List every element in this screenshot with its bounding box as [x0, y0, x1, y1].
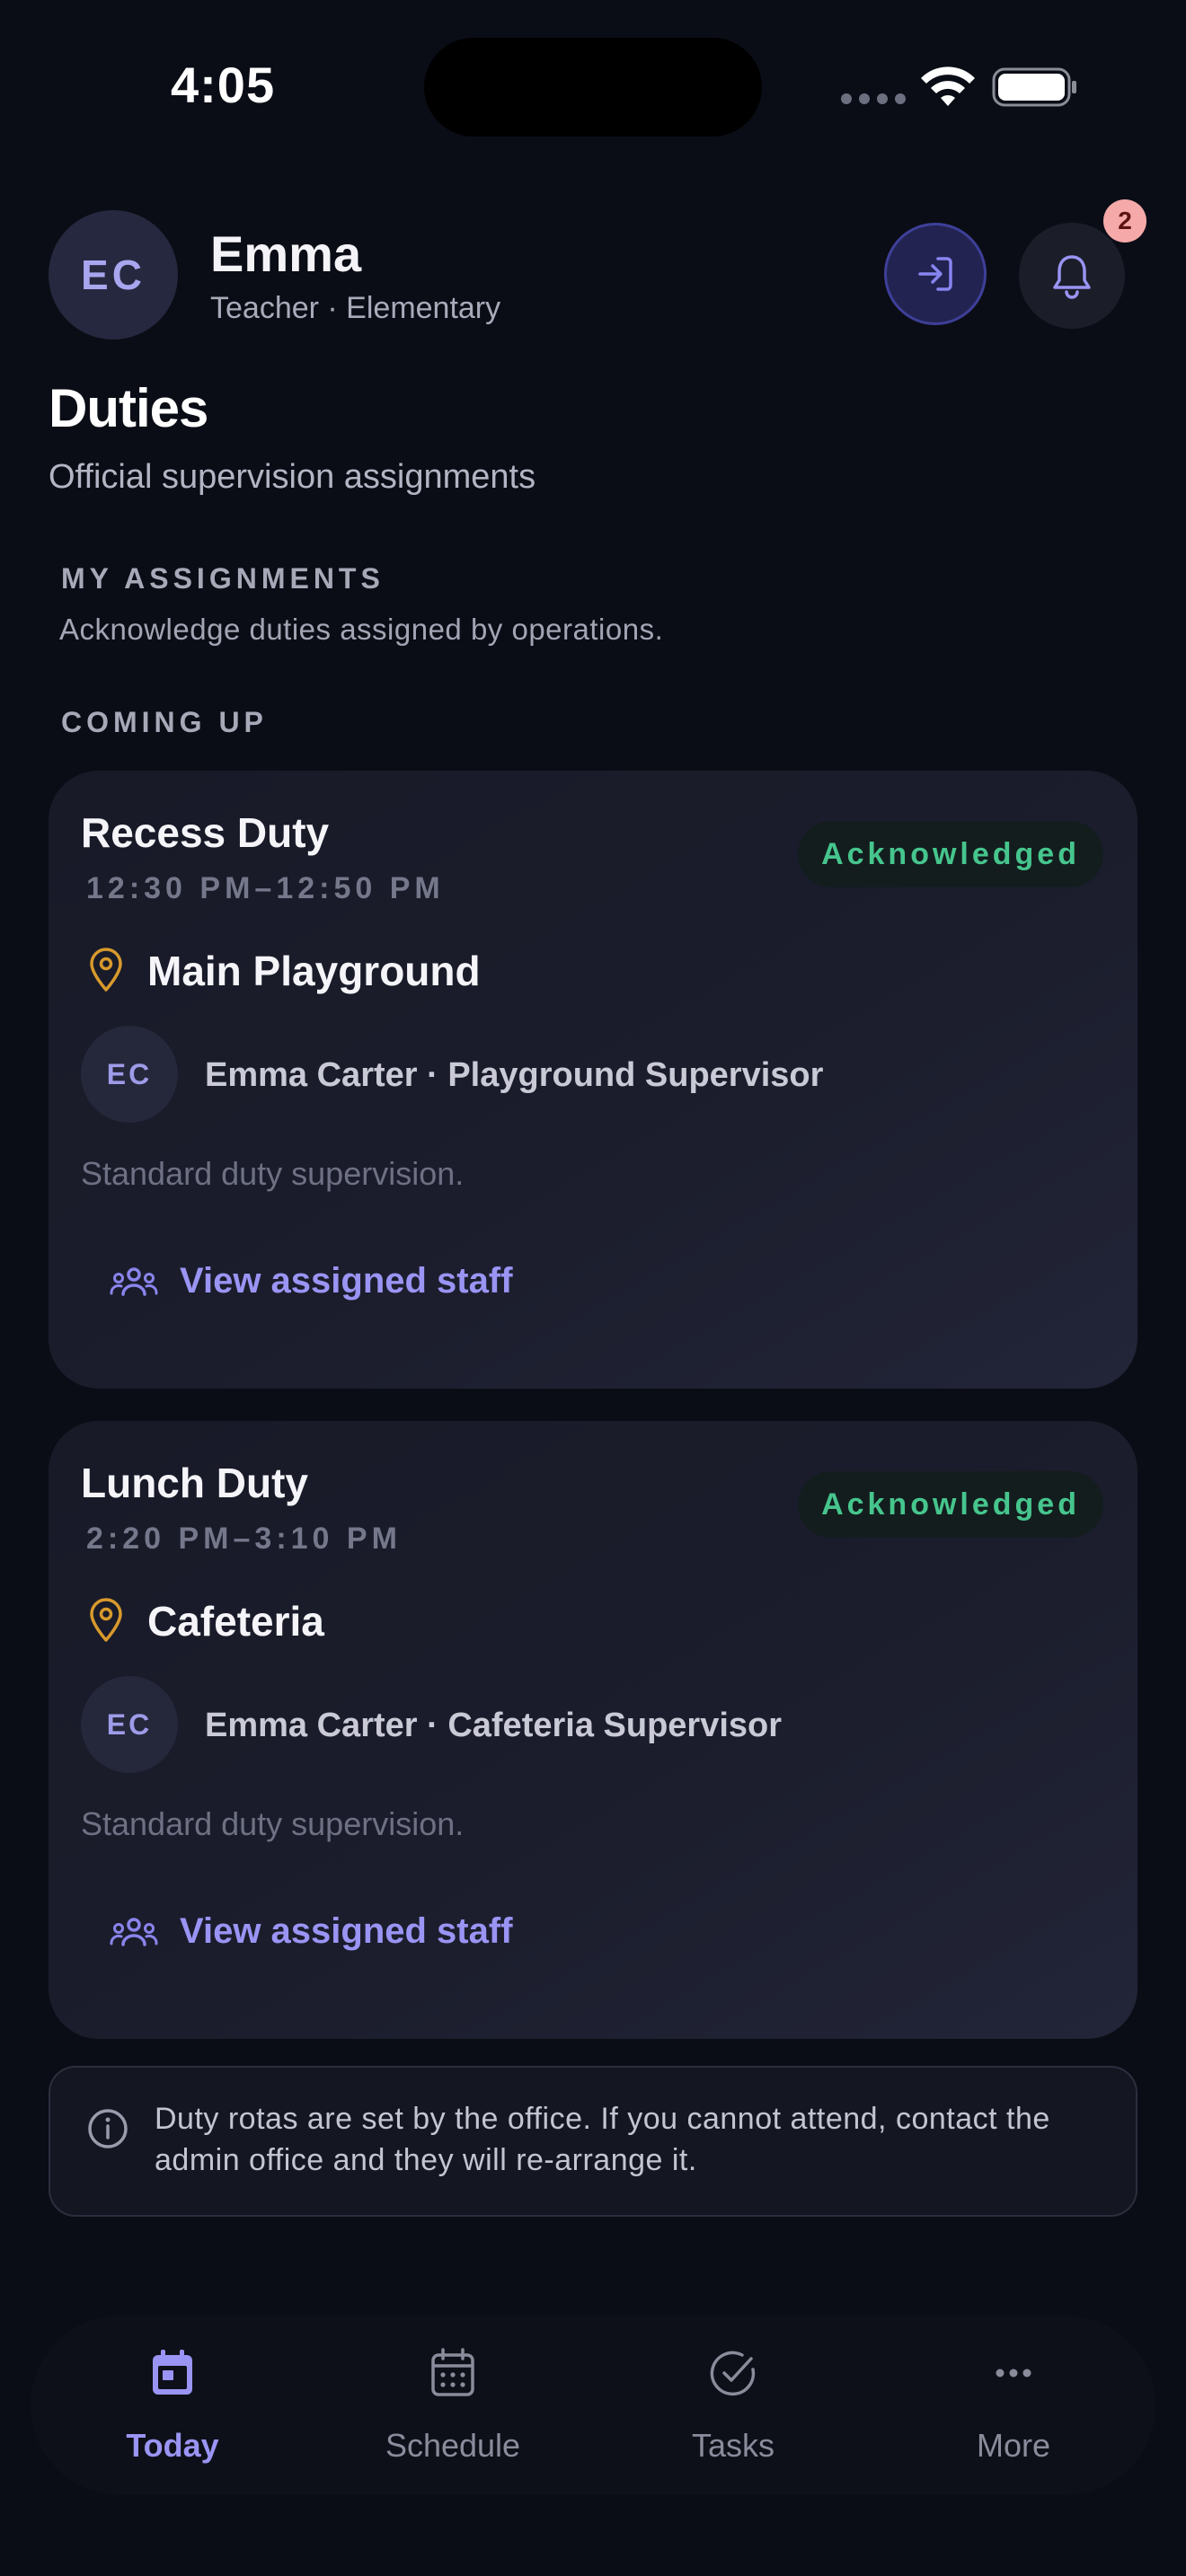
- view-assigned-staff-button[interactable]: View assigned staff: [110, 1261, 513, 1301]
- subsection-label: COMING UP: [61, 706, 268, 738]
- status-badge: Acknowledged: [798, 1471, 1103, 1538]
- duty-card[interactable]: Recess Duty 12:30 PM–12:50 PM Acknowledg…: [49, 771, 1137, 1389]
- view-assigned-staff-button[interactable]: View assigned staff: [110, 1911, 513, 1952]
- location-pin-icon: [90, 948, 122, 992]
- page-subtitle: Official supervision assignments: [49, 458, 536, 496]
- status-badge: Acknowledged: [798, 821, 1103, 887]
- nav-item-more[interactable]: More: [897, 2316, 1130, 2495]
- user-role: Teacher · Elementary: [210, 291, 501, 325]
- assigned-staff: Emma Carter · Cafeteria Supervisor: [205, 1707, 783, 1744]
- people-icon: [110, 1917, 158, 1946]
- calendar-grid-icon: [431, 2348, 474, 2396]
- staff-avatar: EC: [81, 1026, 178, 1123]
- nav-item-tasks[interactable]: Tasks: [616, 2316, 850, 2495]
- nav-label: Schedule: [385, 2427, 521, 2464]
- dynamic-island: [424, 38, 762, 137]
- user-avatar[interactable]: EC: [49, 210, 178, 340]
- more-dots-icon: [996, 2369, 1031, 2378]
- duty-note: Standard duty supervision.: [81, 1155, 465, 1192]
- info-notice: Duty rotas are set by the office. If you…: [49, 2066, 1137, 2217]
- calendar-day-icon: [153, 2350, 192, 2395]
- view-staff-label: View assigned staff: [180, 1911, 513, 1951]
- sign-in-button[interactable]: [884, 223, 987, 325]
- page-title: Duties: [49, 378, 208, 438]
- duty-card[interactable]: Lunch Duty 2:20 PM–3:10 PM Acknowledged …: [49, 1421, 1137, 2039]
- user-name: Emma: [210, 225, 362, 282]
- duty-location: Main Playground: [147, 948, 481, 994]
- nav-item-today[interactable]: Today: [56, 2316, 289, 2495]
- status-bar: 4:05: [0, 0, 1186, 171]
- wifi-icon: [921, 66, 975, 106]
- section-label: MY ASSIGNMENTS: [61, 562, 385, 595]
- staff-avatar: EC: [81, 1676, 178, 1773]
- notification-badge: 2: [1103, 199, 1146, 243]
- nav-label: More: [976, 2427, 1051, 2464]
- duty-title: Lunch Duty: [81, 1460, 308, 1506]
- view-staff-label: View assigned staff: [180, 1261, 513, 1301]
- duty-time: 12:30 PM–12:50 PM: [86, 871, 445, 905]
- nav-label: Tasks: [691, 2427, 775, 2464]
- cellular-signal-icon: [841, 93, 906, 104]
- location-pin-icon: [90, 1598, 122, 1642]
- status-time: 4:05: [171, 57, 276, 113]
- duty-note: Standard duty supervision.: [81, 1805, 465, 1842]
- duty-time: 2:20 PM–3:10 PM: [86, 1522, 402, 1556]
- nav-label: Today: [126, 2427, 219, 2464]
- notifications-button[interactable]: [1019, 223, 1125, 329]
- check-circle-icon: [710, 2351, 756, 2396]
- sign-in-icon: [918, 257, 952, 291]
- info-icon: [88, 2109, 128, 2148]
- duty-title: Recess Duty: [81, 809, 330, 856]
- assigned-staff: Emma Carter · Playground Supervisor: [205, 1056, 824, 1094]
- info-text: Duty rotas are set by the office. If you…: [155, 2102, 1050, 2177]
- battery-icon: [992, 67, 1076, 107]
- section-description: Acknowledge duties assigned by operation…: [59, 613, 664, 646]
- bell-icon: [1053, 255, 1091, 299]
- nav-item-schedule[interactable]: Schedule: [336, 2316, 570, 2495]
- duty-location: Cafeteria: [147, 1598, 324, 1645]
- bottom-nav: Today Schedule Tasks More: [31, 2316, 1155, 2495]
- people-icon: [110, 1266, 158, 1296]
